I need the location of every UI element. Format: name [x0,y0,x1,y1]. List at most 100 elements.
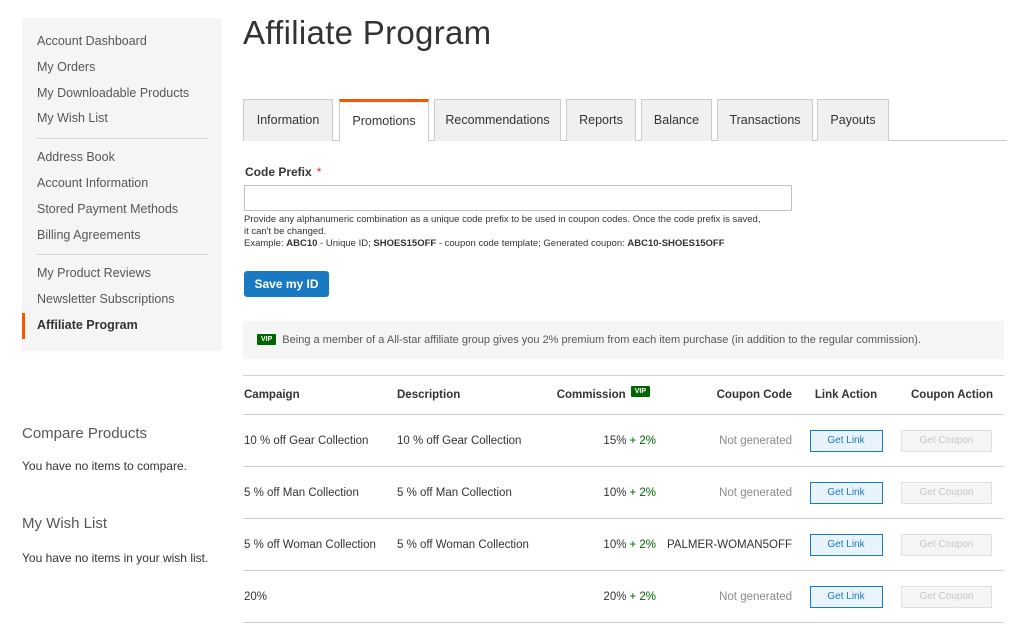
nav-account-information[interactable]: Account Information [22,171,222,197]
commission-value: 10% [603,538,627,551]
nav-address-book[interactable]: Address Book [22,145,222,171]
get-link-button[interactable]: Get Link [809,585,883,608]
tab-reports[interactable]: Reports [566,99,636,141]
nav-account-dashboard[interactable]: Account Dashboard [22,29,222,55]
get-link-button[interactable]: Get Link [809,533,883,556]
note-line-1: Provide any alphanumeric combination as … [244,214,761,225]
commission-bonus: + 2% [629,434,656,447]
get-coupon-button: Get Coupon [901,481,992,504]
row-description: 5 % off Woman Collection [397,538,529,551]
row-coupon-action: Get Coupon [901,415,992,466]
compare-products-empty: You have no items to compare. [22,459,187,473]
account-navigation: Account Dashboard My Orders My Downloada… [22,18,222,351]
tab-payouts[interactable]: Payouts [817,99,889,141]
example-template: SHOES15OFF [373,238,437,249]
vip-banner: VIP Being a member of a All-star affiliat… [243,321,1004,359]
nav-stored-payment-methods[interactable]: Stored Payment Methods [22,197,222,223]
vip-badge: VIP [257,333,277,345]
row-campaign: 5 % off Man Collection [244,486,359,499]
example-id: ABC10 [286,238,318,249]
nav-my-wish-list[interactable]: My Wish List [22,106,222,132]
row-description: 10 % off Gear Collection [397,434,522,447]
header-link-action: Link Action [814,389,878,401]
nav-newsletter-subscriptions[interactable]: Newsletter Subscriptions [22,287,222,313]
row-coupon-code: Not generated [719,590,792,603]
nav-affiliate-program[interactable]: Affiliate Program [22,312,222,339]
example-coupon: ABC10-SHOES15OFF [627,238,725,249]
table-row: 5 % off Woman Collection 5 % off Woman C… [243,518,1004,570]
table-row: 5 % off Man Collection 5 % off Man Colle… [243,466,1004,518]
row-campaign: 10 % off Gear Collection [244,434,369,447]
save-my-id-button[interactable]: Save my ID [244,271,329,297]
row-campaign: 20% [244,590,268,603]
row-link-action: Get Link [809,519,883,570]
example-template-suffix: - coupon code template; Generated coupon… [436,238,628,249]
row-commission: 10% + 2% [543,519,656,570]
row-commission: 15% + 2% [543,415,656,466]
row-link-action: Get Link [809,571,883,622]
header-coupon-code: Coupon Code [716,389,792,401]
example-label: Example: [244,238,287,249]
tab-bar: Information Promotions Recommendations R… [243,99,1007,142]
table-bottom-border [243,622,1004,623]
row-coupon-action: Get Coupon [901,467,992,518]
nav-billing-agreements[interactable]: Billing Agreements [22,223,222,249]
row-description: 5 % off Man Collection [397,486,512,499]
commission-bonus: + 2% [629,590,656,603]
get-coupon-button: Get Coupon [901,429,992,452]
code-prefix-label-text: Code Prefix [245,165,312,179]
row-coupon-action: Get Coupon [901,571,992,622]
vip-banner-text: Being a member of a All-star affiliate g… [282,334,922,346]
header-description: Description [397,389,461,401]
tab-recommendations[interactable]: Recommendations [434,99,561,141]
table-header: Campaign Description Commission VIP Coupo… [243,375,1004,414]
header-commission: Commission VIP [543,376,656,414]
tab-information[interactable]: Information [243,99,333,141]
row-coupon-code: PALMER-WOMAN5OFF [666,538,792,551]
commission-bonus: + 2% [629,538,656,551]
page-title: Affiliate Program [243,14,492,51]
code-prefix-note: Provide any alphanumeric combination as … [244,214,800,250]
campaign-table: Campaign Description Commission VIP Coupo… [243,375,1004,623]
header-coupon-action: Coupon Action [911,389,993,401]
row-link-action: Get Link [809,467,883,518]
tab-promotions[interactable]: Promotions [339,99,429,142]
note-line-2: it can't be changed. [244,226,327,237]
row-campaign: 5 % off Woman Collection [244,538,376,551]
get-coupon-button: Get Coupon [901,585,992,608]
example-id-suffix: - Unique ID; [317,238,374,249]
tab-transactions[interactable]: Transactions [717,99,813,141]
wishlist-empty: You have no items in your wish list. [22,551,209,565]
code-prefix-label: Code Prefix * [245,165,321,179]
get-coupon-button: Get Coupon [901,533,992,556]
nav-divider [37,254,208,256]
row-coupon-action: Get Coupon [901,519,992,570]
wishlist-title: My Wish List [22,515,108,532]
row-description [397,571,547,622]
required-asterisk: * [316,165,322,179]
row-coupon-code: Not generated [719,434,792,447]
header-campaign: Campaign [244,389,300,401]
code-prefix-input[interactable] [244,185,792,211]
row-link-action: Get Link [809,415,883,466]
note-example: Example: ABC10 - Unique ID; SHOES15OFF -… [244,238,800,250]
nav-my-downloadable-products[interactable]: My Downloadable Products [22,81,222,107]
commission-value: 10% [603,486,627,499]
row-commission: 10% + 2% [543,467,656,518]
commission-value: 20% [603,590,627,603]
row-coupon-code: Not generated [719,486,792,499]
tab-balance[interactable]: Balance [641,99,712,141]
row-commission: 20% + 2% [543,571,656,622]
nav-my-orders[interactable]: My Orders [22,55,222,81]
nav-divider [37,138,208,140]
compare-products-title: Compare Products [22,425,148,442]
commission-value: 15% [603,434,627,447]
commission-vip-badge: VIP [630,385,650,397]
get-link-button[interactable]: Get Link [809,481,883,504]
get-link-button[interactable]: Get Link [809,429,883,452]
header-commission-text: Commission [556,389,626,401]
table-row: 20% 20% + 2% Not generated Get Link Get C… [243,570,1004,622]
nav-my-product-reviews[interactable]: My Product Reviews [22,261,222,287]
table-row: 10 % off Gear Collection 10 % off Gear C… [243,414,1004,466]
commission-bonus: + 2% [629,486,656,499]
